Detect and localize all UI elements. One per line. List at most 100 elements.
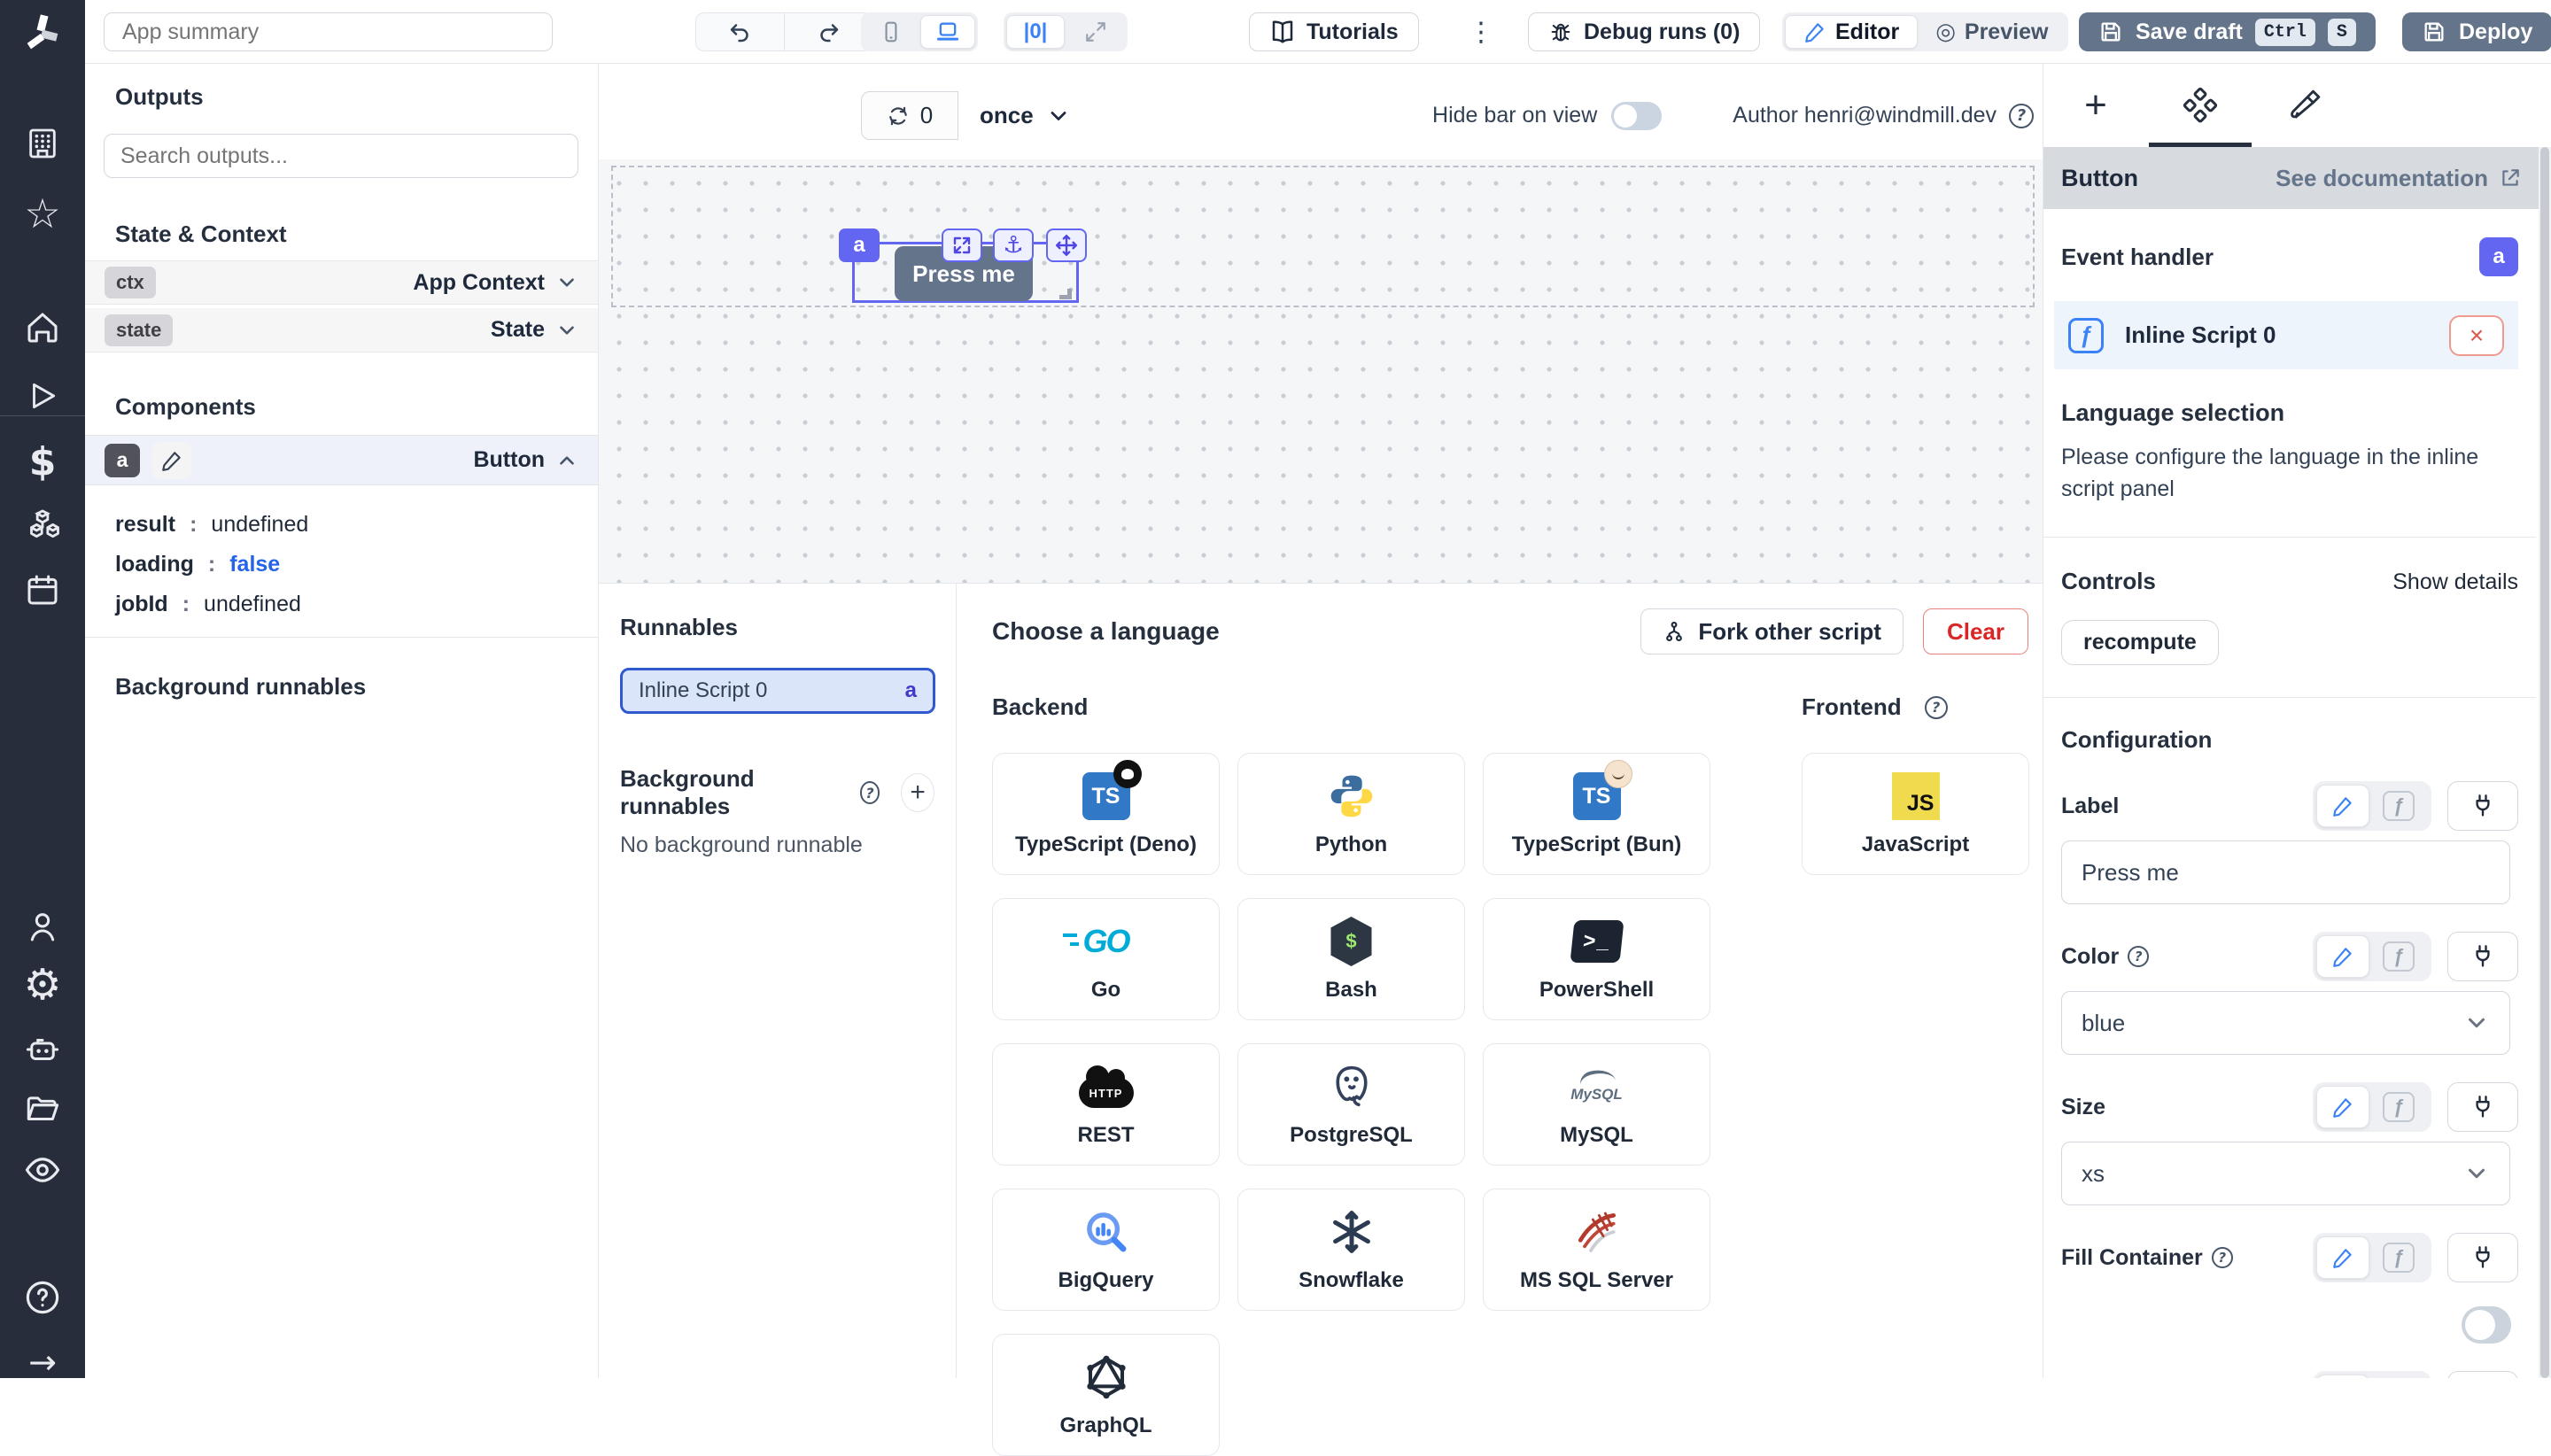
- static-mode-button[interactable]: [2316, 1375, 2369, 1378]
- lang-bigquery[interactable]: BigQuery: [992, 1189, 1220, 1311]
- run-mode-dropdown[interactable]: once: [980, 91, 1071, 140]
- outputs-title: Outputs: [115, 83, 598, 111]
- app-summary-input[interactable]: [104, 12, 553, 51]
- fill-container-toggle[interactable]: [2462, 1306, 2511, 1344]
- undo-redo-group: [695, 12, 872, 51]
- debug-runs-button[interactable]: Debug runs (0): [1528, 12, 1760, 51]
- info-icon[interactable]: ?: [2212, 1247, 2233, 1268]
- save-draft-button[interactable]: Save draft Ctrl S: [2079, 12, 2376, 51]
- static-mode-button[interactable]: [2316, 1086, 2369, 1128]
- runs-play-icon[interactable]: [0, 379, 85, 413]
- tab-add-component[interactable]: +: [2043, 64, 2148, 147]
- expr-mode-button[interactable]: ƒ: [2369, 791, 2428, 821]
- home-icon[interactable]: [0, 310, 85, 345]
- connect-plug-button[interactable]: [2447, 1082, 2518, 1132]
- powershell-icon: >_: [1569, 916, 1625, 967]
- runnable-inline-script-0[interactable]: Inline Script 0 a: [620, 668, 935, 714]
- static-mode-button[interactable]: [2316, 785, 2369, 827]
- prop-result[interactable]: result:undefined: [115, 512, 598, 538]
- lang-python[interactable]: Python: [1237, 753, 1465, 875]
- collapse-arrow-icon[interactable]: →: [0, 1343, 85, 1382]
- folders-icon[interactable]: [0, 1091, 85, 1128]
- lang-graphql[interactable]: GraphQL: [992, 1334, 1220, 1456]
- lang-javascript[interactable]: JS JavaScript: [1802, 753, 2029, 875]
- tab-editor[interactable]: Editor: [1785, 15, 1918, 49]
- lang-postgresql[interactable]: PostgreSQL: [1237, 1043, 1465, 1166]
- connect-plug-button[interactable]: [2447, 1233, 2518, 1282]
- connect-plug-button[interactable]: [2447, 1371, 2518, 1378]
- expr-mode-button[interactable]: ƒ: [2369, 1243, 2428, 1273]
- resources-boxes-icon[interactable]: [0, 508, 85, 544]
- tab-styling[interactable]: [2252, 64, 2357, 147]
- more-menu-icon[interactable]: ⋮: [1463, 11, 1499, 53]
- expand-handle-icon[interactable]: [942, 228, 982, 262]
- refresh-count-button[interactable]: 0: [861, 91, 958, 140]
- settings-gear-icon[interactable]: ⚙: [0, 960, 85, 1010]
- lang-typescript-bun[interactable]: TS TypeScript (Bun): [1483, 753, 1710, 875]
- label-input[interactable]: [2061, 840, 2510, 904]
- undo-button[interactable]: [696, 13, 784, 50]
- windmill-logo[interactable]: [0, 11, 85, 57]
- recompute-chip[interactable]: recompute: [2061, 620, 2219, 665]
- show-details-link[interactable]: Show details: [2392, 569, 2518, 595]
- tab-preview[interactable]: ◎ Preview: [1918, 15, 2066, 49]
- ctx-row[interactable]: ctx App Context: [85, 260, 598, 305]
- help-icon[interactable]: [0, 1279, 85, 1316]
- hide-bar-toggle[interactable]: [1611, 102, 1662, 130]
- prop-loading[interactable]: loading:false: [115, 552, 598, 577]
- lang-rest[interactable]: HTTP REST: [992, 1043, 1220, 1166]
- add-background-runnable-button[interactable]: +: [901, 773, 934, 812]
- favorites-star-icon[interactable]: ☆: [0, 190, 85, 237]
- desktop-view-button[interactable]: [920, 15, 975, 49]
- workers-robot-icon[interactable]: [0, 1031, 85, 1068]
- resize-handle[interactable]: [1059, 289, 1072, 299]
- user-icon[interactable]: [0, 909, 85, 944]
- connect-plug-button[interactable]: [2447, 932, 2518, 981]
- lang-powershell[interactable]: >_ PowerShell: [1483, 898, 1710, 1020]
- tab-component-settings[interactable]: [2148, 64, 2252, 147]
- clear-button[interactable]: Clear: [1923, 608, 2028, 654]
- fork-other-script-button[interactable]: Fork other script: [1640, 608, 1904, 654]
- variables-dollar-icon[interactable]: $: [0, 439, 85, 484]
- mobile-view-button[interactable]: [864, 15, 919, 49]
- search-outputs-input[interactable]: [104, 134, 578, 178]
- info-icon[interactable]: ?: [2128, 946, 2149, 967]
- audit-eye-icon[interactable]: [0, 1151, 85, 1189]
- info-icon[interactable]: ?: [2009, 104, 2034, 128]
- static-mode-button[interactable]: [2316, 935, 2369, 978]
- rename-pencil-icon[interactable]: [152, 442, 191, 479]
- connect-plug-button[interactable]: [2447, 781, 2518, 831]
- move-handle-icon[interactable]: [1046, 228, 1087, 262]
- prop-jobid[interactable]: jobId:undefined: [115, 592, 598, 617]
- center-layout-button[interactable]: |0|: [1006, 15, 1065, 49]
- static-mode-button[interactable]: [2316, 1236, 2369, 1279]
- full-width-button[interactable]: [1066, 15, 1125, 49]
- state-row[interactable]: state State: [85, 308, 598, 352]
- tutorials-button[interactable]: Tutorials: [1249, 12, 1419, 51]
- expr-mode-button[interactable]: ƒ: [2369, 1092, 2428, 1122]
- size-select[interactable]: xs: [2061, 1142, 2510, 1205]
- see-documentation-link[interactable]: See documentation: [2276, 165, 2522, 192]
- info-icon[interactable]: ?: [1925, 696, 1948, 719]
- remove-script-button[interactable]: ×: [2449, 315, 2504, 356]
- lang-bash[interactable]: $ Bash: [1237, 898, 1465, 1020]
- anchor-handle-icon[interactable]: ⚓: [993, 228, 1034, 262]
- deploy-button[interactable]: Deploy: [2402, 12, 2551, 51]
- app-canvas[interactable]: 0 once Hide bar on view Author henri@win…: [599, 64, 2043, 583]
- component-row-button[interactable]: a Button: [85, 435, 598, 485]
- apps-icon[interactable]: [0, 126, 85, 161]
- schedules-calendar-icon[interactable]: [0, 572, 85, 608]
- settings-scrollbar[interactable]: [2539, 147, 2551, 1378]
- lang-go[interactable]: GO Go: [992, 898, 1220, 1020]
- canvas-dropzone[interactable]: [611, 166, 2035, 307]
- lang-mssql[interactable]: MS SQL Server: [1483, 1189, 1710, 1311]
- lang-snowflake[interactable]: Snowflake: [1237, 1189, 1465, 1311]
- lang-typescript-deno[interactable]: TS TypeScript (Deno): [992, 753, 1220, 875]
- redo-button[interactable]: [784, 13, 872, 50]
- expr-mode-button[interactable]: ƒ: [2369, 941, 2428, 972]
- color-select[interactable]: blue: [2061, 991, 2510, 1055]
- event-handler-script[interactable]: ƒ Inline Script 0 ×: [2054, 301, 2518, 369]
- info-icon[interactable]: ?: [860, 781, 880, 804]
- canvas-grid[interactable]: a ⚓ Press me − 100% +: [599, 159, 2043, 583]
- lang-mysql[interactable]: MySQL MySQL: [1483, 1043, 1710, 1166]
